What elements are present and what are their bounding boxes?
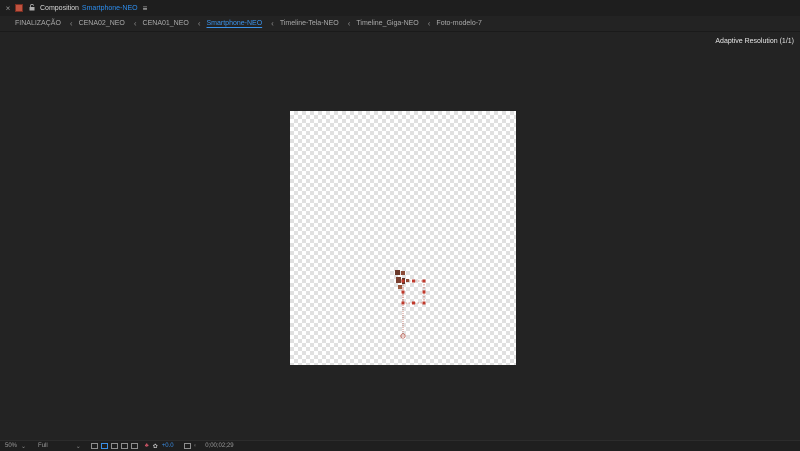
zoom-value: 50% [5, 443, 18, 449]
guides-icon[interactable] [120, 443, 128, 449]
transparency-grid-icon[interactable] [100, 443, 108, 449]
resolution-value: Full [38, 443, 48, 449]
lock-icon[interactable] [29, 3, 35, 13]
chevron-left-icon: ‹ [133, 19, 137, 28]
composition-icon [15, 4, 23, 12]
breadcrumb-cena01[interactable]: CENA01_NEO [140, 20, 192, 27]
viewer-status-bar: 50% ⌄ Full ⌄ ♣ ✿ +0.0 ◐ 0;00;02;29 [0, 440, 800, 451]
zoom-select[interactable]: 50% ⌄ [5, 443, 26, 450]
breadcrumb-cena02[interactable]: CENA02_NEO [76, 20, 128, 27]
breadcrumb-smartphone-active[interactable]: Smartphone-NEO [204, 20, 266, 27]
region-of-interest-icon[interactable] [90, 443, 98, 449]
color-channel-icon[interactable]: ♣ [145, 443, 149, 449]
current-time[interactable]: 0;00;02;29 [205, 443, 233, 449]
panel-label: Composition [40, 4, 79, 12]
bounding-box [402, 280, 425, 304]
show-snapshot-icon[interactable]: ◐ [194, 443, 198, 449]
adaptive-resolution-indicator: Adaptive Resolution (1/1) [715, 38, 794, 45]
composition-name[interactable]: Smartphone-NEO [82, 5, 138, 12]
chevron-left-icon: ‹ [427, 19, 431, 28]
safe-margins-icon[interactable] [130, 443, 138, 449]
chevron-left-icon: ‹ [271, 19, 274, 28]
breadcrumb-foto-modelo[interactable]: Foto-modelo-7 [433, 20, 485, 27]
mask-path-icon[interactable] [110, 443, 118, 449]
exposure-reset-icon[interactable]: ✿ [153, 443, 158, 450]
composition-navigator: FINALIZAÇÃO ‹ CENA02_NEO ‹ CENA01_NEO ‹ … [0, 16, 800, 32]
breadcrumb-timeline-tela[interactable]: Timeline-Tela-NEO [277, 20, 342, 27]
transform-handles[interactable] [401, 279, 426, 305]
chevron-down-icon: ⌄ [75, 443, 81, 450]
breadcrumb-finalizacao[interactable]: FINALIZAÇÃO [12, 20, 64, 27]
resolution-select[interactable]: Full ⌄ [38, 443, 81, 450]
breadcrumb-timeline-giga[interactable]: Timeline_Giga-NEO [353, 20, 421, 27]
close-panel-icon[interactable]: × [3, 4, 13, 13]
snapshot-icon[interactable] [183, 443, 191, 449]
layer-selection-handles[interactable] [290, 111, 516, 365]
chevron-left-icon: ‹ [347, 19, 351, 28]
panel-menu-icon[interactable]: ≡ [143, 4, 148, 13]
composition-panel-tab[interactable]: × Composition Smartphone-NEO ≡ [0, 0, 800, 16]
chevron-left-icon: ‹ [197, 19, 201, 28]
composition-canvas[interactable] [290, 111, 516, 365]
exposure-value[interactable]: +0.0 [162, 443, 174, 449]
chevron-left-icon: ‹ [69, 19, 73, 28]
chevron-down-icon: ⌄ [21, 443, 27, 450]
